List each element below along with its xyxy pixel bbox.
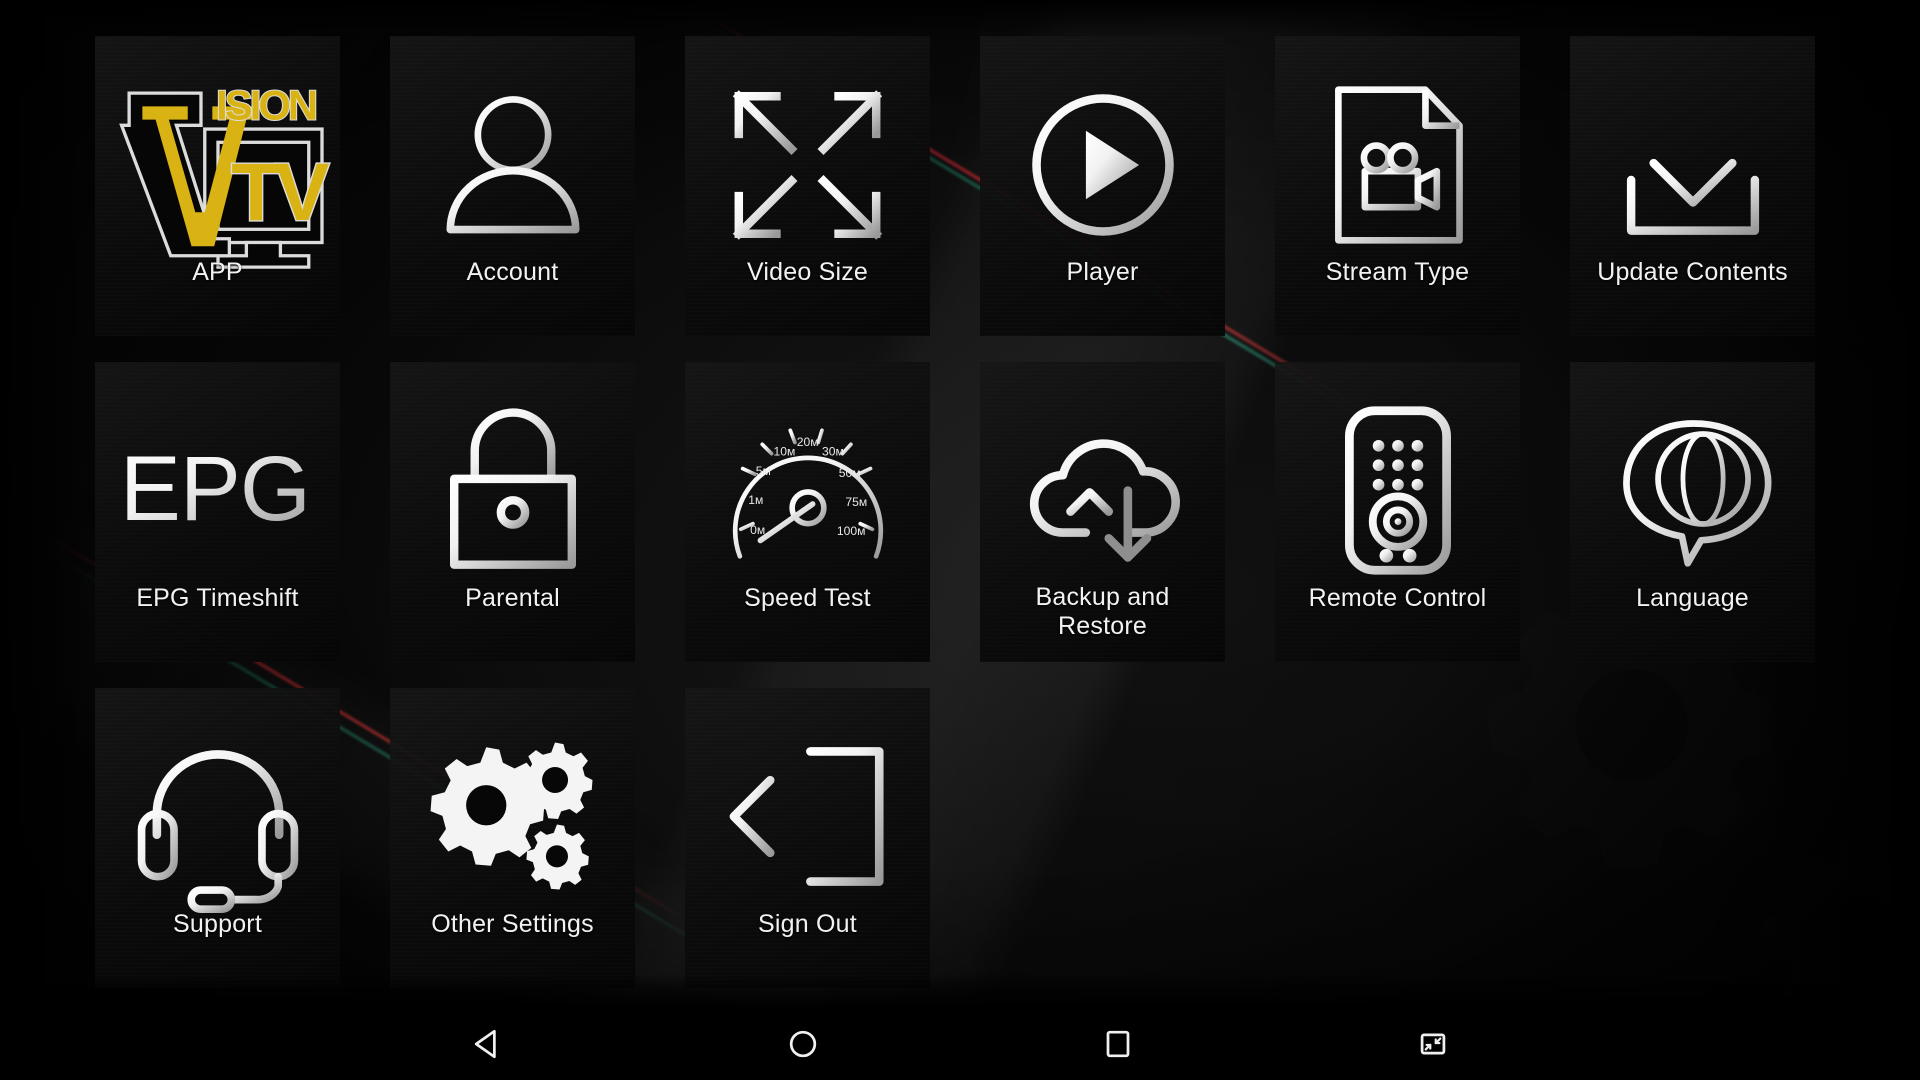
- menu-tile-sign-out[interactable]: Sign Out: [685, 688, 930, 988]
- menu-tile-label: Stream Type: [1325, 258, 1470, 286]
- vision-tv-settings-screen: ISION TV APP Account Video Size Player S…: [0, 0, 1920, 1080]
- logout-arrow-icon: [708, 724, 908, 909]
- square-recents-icon[interactable]: [1078, 1014, 1158, 1074]
- menu-tile-label: Remote Control: [1308, 584, 1487, 612]
- menu-tile-support[interactable]: Support: [95, 688, 340, 988]
- menu-tile-label: APP: [192, 258, 243, 286]
- menu-tile-label: Language: [1636, 584, 1749, 612]
- svg-text:ISION: ISION: [216, 81, 316, 128]
- menu-tile-label: Account: [466, 258, 559, 286]
- menu-tile-label: Speed Test: [744, 584, 871, 612]
- menu-tile-player[interactable]: Player: [980, 36, 1225, 336]
- menu-tile-parental[interactable]: Parental: [390, 362, 635, 662]
- menu-tile-label: Support: [173, 910, 262, 938]
- background-edge-left: [0, 0, 90, 1010]
- menu-tile-label: Player: [1066, 258, 1139, 286]
- vision-tv-logo-icon: ISION TV: [118, 72, 336, 269]
- svg-text:TV: TV: [231, 146, 329, 237]
- download-arrow-icon: [1593, 72, 1793, 257]
- svg-text:EPG: EPG: [119, 438, 309, 540]
- person-icon: [413, 72, 613, 257]
- speed-tick-2: 5м: [755, 464, 770, 478]
- menu-tile-label: Parental: [465, 584, 560, 612]
- triangle-back-icon[interactable]: [448, 1014, 528, 1074]
- speed-tick-4: 20м: [796, 435, 818, 449]
- menu-tile-other-settings[interactable]: Other Settings: [390, 688, 635, 988]
- menu-tile-label: Update Contents: [1597, 258, 1788, 286]
- menu-tile-label: Video Size: [746, 258, 869, 286]
- menu-tile-video-size[interactable]: Video Size: [685, 36, 930, 336]
- speedometer-icon: 0м 1м 5м 10м 20м 30м 50м 75м 100м: [708, 398, 908, 583]
- headset-icon: [118, 724, 318, 914]
- menu-tile-language[interactable]: Language: [1570, 362, 1815, 662]
- globe-speech-bubble-icon: [1593, 398, 1793, 583]
- speed-tick-5: 30м: [822, 444, 844, 458]
- speed-tick-8: 100м: [836, 523, 865, 537]
- menu-tile-label: EPG Timeshift: [136, 584, 299, 612]
- speed-tick-7: 75м: [845, 494, 867, 508]
- circle-home-icon[interactable]: [763, 1014, 843, 1074]
- menu-tile-epg-timeshift[interactable]: EPG EPG Timeshift: [95, 362, 340, 662]
- shrink-screen-icon[interactable]: [1393, 1014, 1473, 1074]
- video-file-icon: [1298, 72, 1498, 257]
- expand-arrows-icon: [708, 72, 908, 257]
- menu-tile-stream-type[interactable]: Stream Type: [1275, 36, 1520, 336]
- speed-tick-0: 0м: [750, 522, 765, 536]
- cloud-sync-icon: [1003, 398, 1203, 583]
- background-edge-top: [0, 0, 1920, 34]
- speed-tick-3: 10м: [773, 444, 795, 458]
- gears-icon: [413, 724, 613, 909]
- play-circle-icon: [1003, 72, 1203, 257]
- menu-tile-backup-and-restore[interactable]: Backup and Restore: [980, 362, 1225, 662]
- settings-menu-grid: ISION TV APP Account Video Size Player S…: [95, 36, 1855, 988]
- menu-tile-label: Other Settings: [431, 910, 594, 938]
- speed-tick-1: 1м: [748, 493, 763, 507]
- remote-control-icon: [1298, 398, 1498, 583]
- menu-tile-speed-test[interactable]: 0м 1м 5м 10м 20м 30м 50м 75м 100м Speed …: [685, 362, 930, 662]
- epg-text-icon: EPG: [118, 398, 318, 583]
- menu-tile-label: Backup and Restore: [1035, 583, 1170, 640]
- menu-tile-update-contents[interactable]: Update Contents: [1570, 36, 1815, 336]
- padlock-icon: [413, 398, 613, 583]
- menu-tile-app[interactable]: ISION TV APP: [95, 36, 340, 336]
- android-navigation-bar: [0, 1008, 1920, 1080]
- menu-tile-label: Sign Out: [758, 910, 857, 938]
- menu-tile-remote-control[interactable]: Remote Control: [1275, 362, 1520, 662]
- menu-tile-account[interactable]: Account: [390, 36, 635, 336]
- speed-tick-6: 50м: [838, 466, 860, 480]
